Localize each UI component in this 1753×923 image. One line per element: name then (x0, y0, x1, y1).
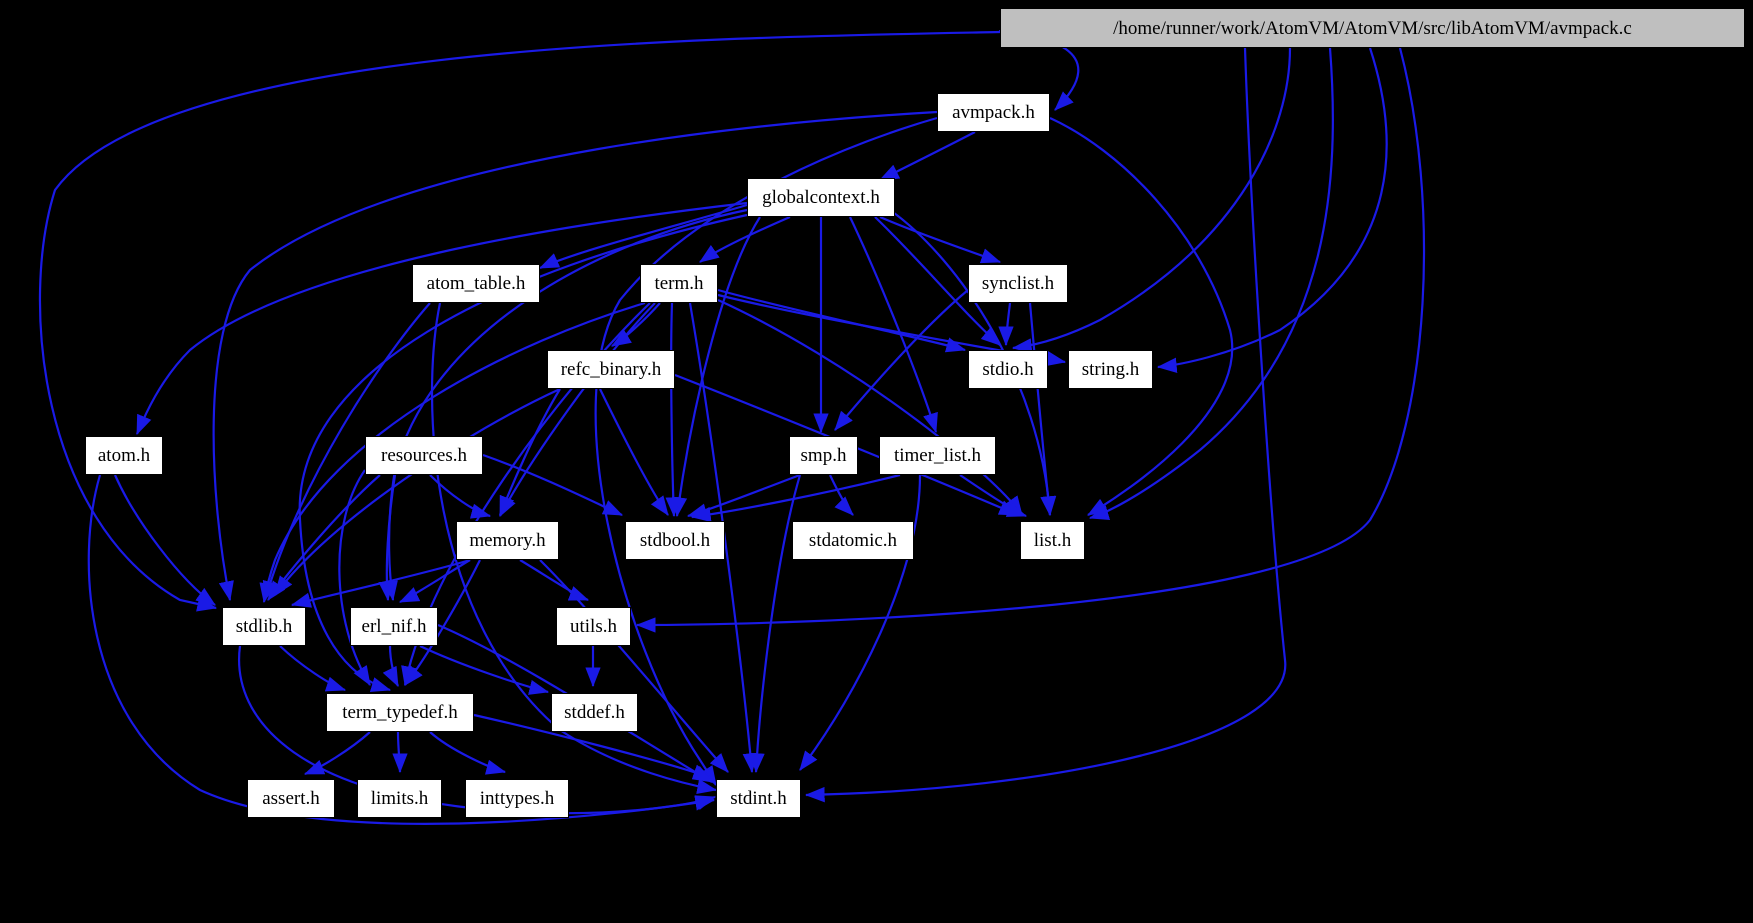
graph-edge (419, 645, 550, 695)
graph-node-term-typedef-h[interactable]: term_typedef.h (326, 693, 474, 732)
graph-edge (1028, 302, 1056, 517)
graph-edge (749, 474, 802, 774)
graph-node-atom-h[interactable]: atom.h (85, 436, 163, 475)
graph-node-timer-list-h[interactable]: timer_list.h (879, 436, 996, 475)
graph-edge (717, 288, 967, 353)
graph-node-term-h[interactable]: term.h (640, 264, 718, 303)
graph-node-avmpack-h[interactable]: avmpack.h (937, 93, 1050, 132)
graph-edge (1088, 47, 1334, 520)
graph-edge (303, 731, 371, 776)
graph-edge (429, 474, 492, 519)
graph-edge (539, 559, 729, 773)
graph-node-stdlib-h[interactable]: stdlib.h (222, 607, 306, 646)
graph-node-stdio-h[interactable]: stdio.h (968, 350, 1048, 389)
graph-edge (599, 388, 669, 516)
graph-node-assert-h[interactable]: assert.h (247, 779, 335, 818)
graph-edge (279, 645, 347, 692)
graph-edge (290, 558, 471, 608)
graph-node-stdint-h[interactable]: stdint.h (716, 779, 801, 818)
graph-edge (611, 302, 661, 347)
graph-node-utils-h[interactable]: utils.h (556, 607, 631, 646)
graph-node-list-h[interactable]: list.h (1020, 521, 1085, 560)
graph-edge (699, 215, 791, 263)
graph-edge (686, 473, 801, 519)
graph-edge (498, 388, 561, 517)
graph-node-atom-table-h[interactable]: atom_table.h (412, 264, 540, 303)
include-dependency-graph: /home/runner/work/AtomVM/AtomVM/src/libA… (0, 0, 1753, 923)
graph-edge (799, 474, 922, 771)
graph-node-stdatomic-h[interactable]: stdatomic.h (792, 521, 914, 560)
graph-edge (959, 474, 1028, 518)
graph-edge (834, 289, 969, 431)
graph-edge (671, 216, 761, 518)
graph-node-inttypes-h[interactable]: inttypes.h (465, 779, 569, 818)
graph-edge (717, 298, 1023, 516)
graph-edge (267, 474, 381, 601)
graph-edge (135, 201, 748, 436)
graph-edge (429, 731, 507, 775)
graph-edge (1156, 47, 1388, 373)
graph-edge (879, 215, 1002, 264)
graph-edge (879, 131, 976, 181)
graph-edge (482, 453, 624, 517)
graph-edge (382, 645, 400, 687)
graph-node-memory-h[interactable]: memory.h (456, 521, 559, 560)
graph-node-synclist-h[interactable]: synclist.h (968, 264, 1068, 303)
graph-node-stddef-h[interactable]: stddef.h (551, 693, 638, 732)
graph-edge (538, 203, 748, 270)
graph-node-limits-h[interactable]: limits.h (357, 779, 442, 818)
graph-edge (87, 474, 716, 825)
graph-edge (849, 216, 938, 434)
graph-edge (665, 302, 681, 518)
graph-edge (399, 559, 471, 603)
graph-edge (829, 474, 854, 516)
graph-node-string-h[interactable]: string.h (1068, 350, 1153, 389)
graph-edge (113, 474, 216, 606)
graph-edge (392, 731, 408, 774)
graph-edge (1049, 116, 1234, 516)
graph-edge (519, 559, 590, 602)
graph-edge (804, 47, 1287, 803)
graph-edge (998, 302, 1014, 347)
graph-node-stdbool-h[interactable]: stdbool.h (625, 521, 725, 560)
graph-node-smp-h[interactable]: smp.h (789, 436, 858, 475)
graph-node-erl-nif-h[interactable]: erl_nif.h (350, 607, 438, 646)
graph-node-resources-h[interactable]: resources.h (365, 436, 483, 475)
graph-edge (338, 469, 371, 686)
graph-edge (274, 387, 561, 596)
graph-edge (378, 474, 397, 602)
graph-node-root[interactable]: /home/runner/work/AtomVM/AtomVM/src/libA… (1000, 8, 1745, 48)
graph-node-refc-binary-h[interactable]: refc_binary.h (547, 350, 675, 389)
graph-edge (690, 473, 901, 523)
graph-edge (499, 302, 656, 517)
graph-edge (1011, 47, 1292, 354)
graph-node-globalcontext-h[interactable]: globalcontext.h (747, 178, 895, 217)
